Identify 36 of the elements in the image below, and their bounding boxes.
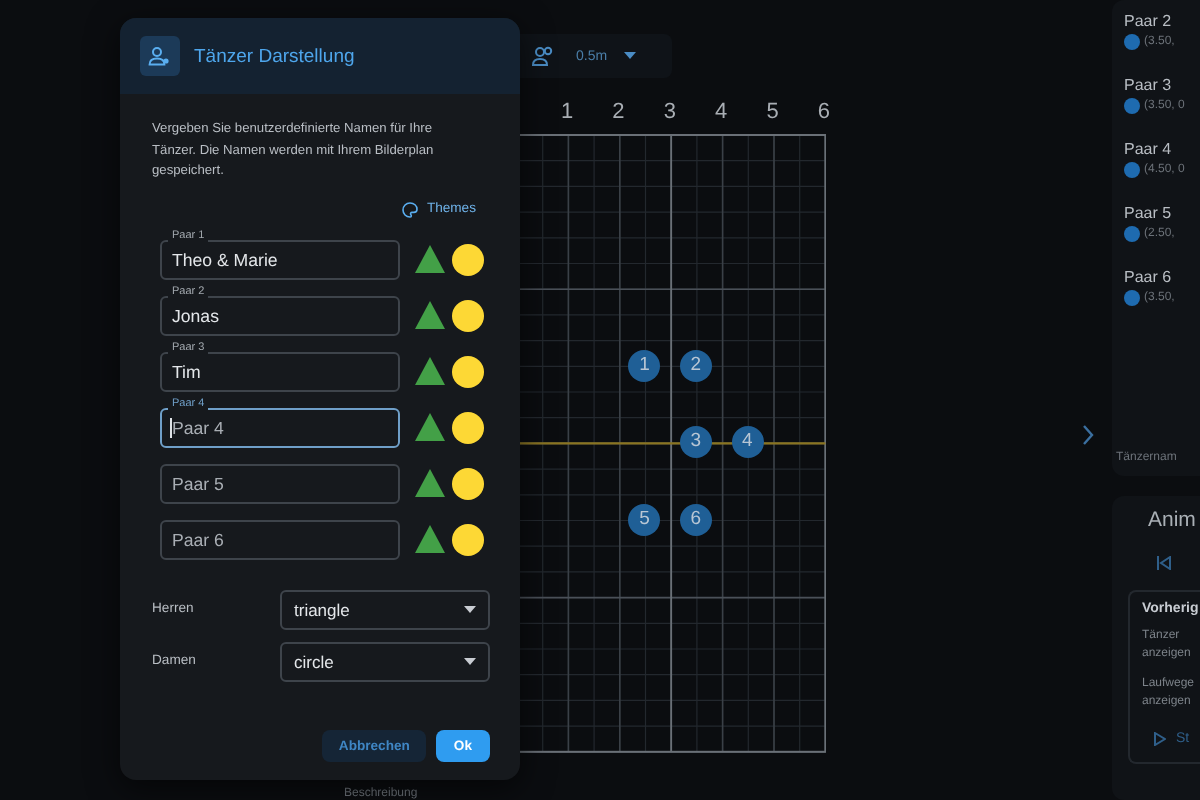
dancer-name: Paar 2 xyxy=(1124,12,1174,30)
people-icon[interactable] xyxy=(532,46,556,66)
dancer-name: Paar 5 xyxy=(1124,204,1174,222)
name-field[interactable]: Theo & Marie xyxy=(160,239,400,279)
caret-icon xyxy=(464,657,476,665)
dancer-name: Paar 4 xyxy=(1124,140,1174,158)
dancer-marker[interactable]: 5 xyxy=(628,503,661,536)
dancer-marker[interactable]: 4 xyxy=(731,426,764,459)
dancer-marker[interactable]: 3 xyxy=(679,426,712,459)
ruler-label: 6 xyxy=(815,98,833,126)
dancer-marker[interactable]: 1 xyxy=(628,349,661,382)
caret-icon xyxy=(623,52,636,60)
name-field[interactable]: Jonas xyxy=(160,295,400,335)
palette-icon xyxy=(402,201,419,217)
ruler-label: 5 xyxy=(764,98,781,126)
people-icon xyxy=(140,36,180,76)
ruler-label: 2 xyxy=(610,98,627,126)
ruler-label: 1 xyxy=(558,98,576,126)
name-field[interactable]: Paar 4 xyxy=(160,407,400,447)
play-icon xyxy=(1154,732,1166,746)
ruler-label: 3 xyxy=(661,98,678,126)
name-field[interactable]: Tim xyxy=(160,351,400,391)
dancer-marker[interactable]: 6 xyxy=(679,503,712,536)
name-field[interactable]: Paar 6 xyxy=(160,519,400,559)
dancer-name: Paar 6 xyxy=(1124,268,1174,286)
skip-back-icon[interactable] xyxy=(1156,556,1172,570)
caret-icon xyxy=(464,605,476,613)
shape-dropdown[interactable]: triangle xyxy=(280,589,490,629)
ruler-label: 4 xyxy=(713,98,730,126)
shape-dropdown[interactable]: circle xyxy=(280,641,490,681)
dialog-title: Tänzer Darstellung xyxy=(194,45,355,67)
chevron-right-icon[interactable] xyxy=(1082,424,1094,446)
dancer-marker[interactable]: 2 xyxy=(679,349,712,382)
dancer-name: Paar 3 xyxy=(1124,76,1174,94)
name-field[interactable]: Paar 5 xyxy=(160,463,400,503)
panel-title: Anim xyxy=(1148,508,1198,532)
